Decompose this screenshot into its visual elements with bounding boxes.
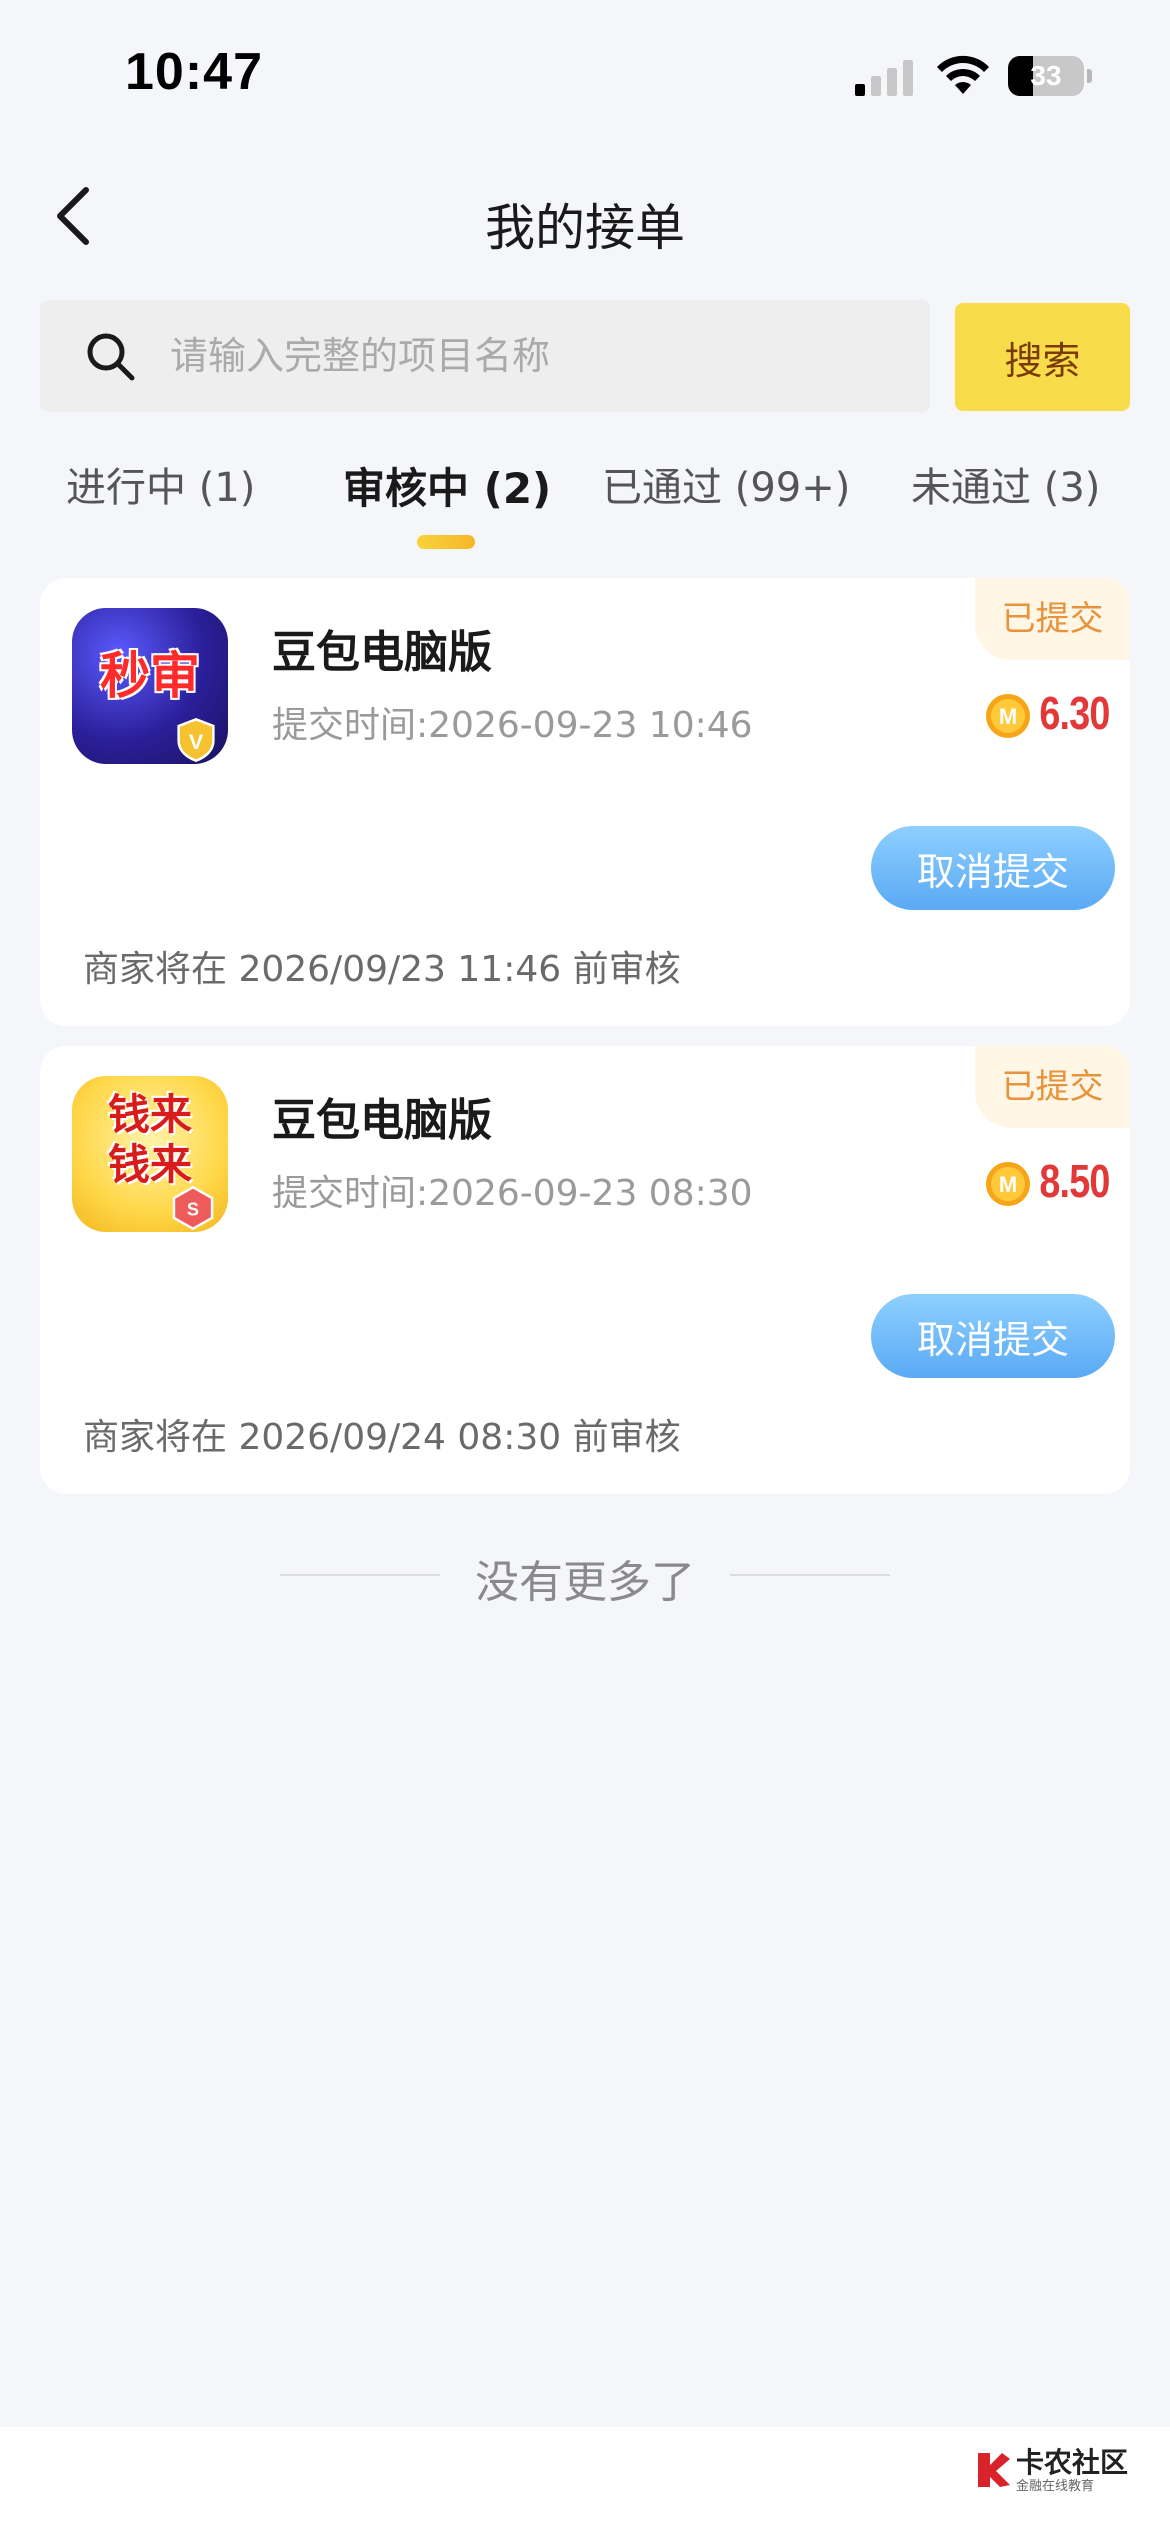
footer-bar: 卡农社区 金融在线教育	[0, 2427, 1170, 2532]
project-title: 豆包电脑版	[272, 627, 492, 678]
coin-badge-icon: S	[172, 1185, 214, 1231]
app-icon-label: 秒审	[100, 647, 200, 705]
review-deadline: 商家将在 2026/09/24 08:30 前审核	[83, 1417, 681, 1458]
battery-level: 33	[1030, 60, 1062, 91]
app-icon-label: 钱来钱来	[107, 1090, 192, 1189]
svg-text:V: V	[189, 730, 204, 754]
status-tabs: 进行中 (1) 审核中 (2) 已通过 (99+) 未通过 (3)	[0, 445, 1170, 555]
tab-rejected[interactable]: 未通过 (3)	[911, 455, 1100, 513]
cancel-submission-button[interactable]: 取消提交	[871, 1294, 1115, 1378]
coin-icon: M	[986, 1162, 1030, 1206]
svg-text:M: M	[999, 1172, 1017, 1197]
wifi-icon	[937, 55, 989, 94]
cellular-signal-icon	[855, 60, 913, 96]
page-title: 我的接单	[485, 199, 685, 257]
order-card[interactable]: 钱来钱来 S 豆包电脑版 提交时间:2026-09-23 08:30 已提交 M…	[40, 1046, 1130, 1494]
battery-icon: 33	[1008, 56, 1092, 96]
svg-text:S: S	[187, 1199, 199, 1219]
app-icon: 钱来钱来 S	[72, 1076, 228, 1232]
watermark: 卡农社区 金融在线教育	[972, 2441, 1128, 2501]
search-button[interactable]: 搜索	[955, 303, 1130, 411]
active-tab-indicator	[417, 535, 475, 549]
svg-text:M: M	[999, 704, 1017, 729]
nav-bar: 我的接单	[0, 160, 1170, 270]
status-badge: 已提交	[975, 1046, 1130, 1128]
status-badge: 已提交	[975, 578, 1130, 660]
app-icon: 秒审 V	[72, 608, 228, 764]
watermark-subtitle: 金融在线教育	[1016, 2479, 1095, 2494]
search-icon	[87, 333, 135, 381]
list-end-text: 没有更多了	[475, 1557, 695, 1608]
search-bar: 搜索	[40, 300, 1130, 412]
status-time: 10:47	[125, 43, 263, 101]
shield-badge-icon: V	[177, 717, 215, 763]
review-deadline: 商家将在 2026/09/23 11:46 前审核	[83, 949, 681, 990]
divider	[730, 1574, 890, 1576]
reward-amount: 8.50	[1039, 1155, 1111, 1207]
cancel-submission-button[interactable]: 取消提交	[871, 826, 1115, 910]
tab-under-review[interactable]: 审核中 (2)	[343, 455, 551, 516]
search-input[interactable]	[170, 300, 910, 412]
tab-approved[interactable]: 已通过 (99+)	[602, 455, 850, 513]
reward-amount: 6.30	[1039, 687, 1111, 739]
project-title: 豆包电脑版	[272, 1095, 492, 1146]
list-end-indicator: 没有更多了	[0, 1540, 1170, 1610]
search-box[interactable]	[40, 300, 930, 412]
tab-in-progress[interactable]: 进行中 (1)	[66, 455, 255, 513]
status-bar: 10:47 33	[0, 0, 1170, 150]
submit-time: 提交时间:2026-09-23 10:46	[272, 705, 753, 746]
coin-icon: M	[986, 694, 1030, 738]
order-card[interactable]: 秒审 V 豆包电脑版 提交时间:2026-09-23 10:46 已提交 M 6…	[40, 578, 1130, 1026]
submit-time: 提交时间:2026-09-23 08:30	[272, 1173, 753, 1214]
watermark-logo-icon	[978, 2453, 1010, 2487]
